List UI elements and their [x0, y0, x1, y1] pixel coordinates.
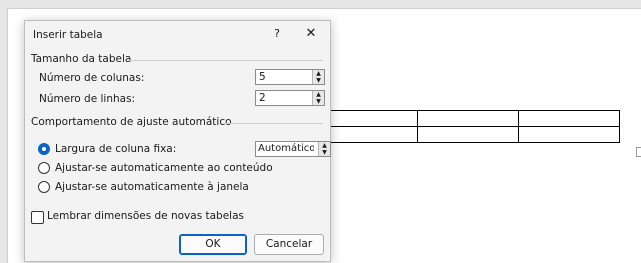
columns-spinner[interactable]: 5 ▲ ▼	[255, 69, 325, 85]
remember-dimensions-checkbox[interactable]	[31, 211, 44, 224]
rows-label: Número de linhas:	[39, 93, 136, 105]
close-icon[interactable]: ✕	[301, 24, 321, 44]
rows-spinner[interactable]: 2 ▲ ▼	[255, 90, 325, 106]
radio-unchecked-icon[interactable]	[38, 181, 50, 193]
spinner-arrows-icon[interactable]: ▲ ▼	[312, 70, 324, 84]
help-icon[interactable]: ?	[267, 24, 287, 44]
table-cell[interactable]	[316, 126, 418, 143]
autofit-section-label: Comportamento de ajuste automático	[31, 116, 232, 128]
ok-button[interactable]: OK	[179, 234, 247, 255]
rows-value[interactable]: 2	[259, 91, 266, 105]
spinner-arrows-icon[interactable]: ▲ ▼	[318, 142, 330, 156]
radio-checked-icon[interactable]	[38, 143, 50, 155]
table-row	[316, 110, 620, 127]
table-cell[interactable]	[316, 110, 418, 127]
section-divider	[129, 60, 323, 61]
radio-fixed-width-label: Largura de coluna fixa:	[55, 143, 177, 155]
radio-autofit-window-label: Ajustar-se automaticamente à janela	[55, 181, 249, 193]
radio-autofit-content-label: Ajustar-se automaticamente ao conteúdo	[55, 162, 273, 174]
table-cell[interactable]	[518, 110, 620, 127]
table-cell[interactable]	[518, 126, 620, 143]
table-resize-handle[interactable]	[636, 147, 641, 157]
column-width-value[interactable]: Automático	[258, 142, 314, 156]
spinner-arrows-icon[interactable]: ▲ ▼	[312, 91, 324, 105]
radio-unchecked-icon[interactable]	[38, 162, 50, 174]
table-cell[interactable]	[417, 126, 519, 143]
table-size-section-label: Tamanho da tabela	[31, 53, 132, 65]
table-row	[316, 126, 620, 143]
insert-table-dialog: Inserir tabela ? ✕ Tamanho da tabela Núm…	[24, 20, 331, 262]
column-width-spinner[interactable]: Automático ▲ ▼	[255, 141, 331, 157]
remember-dimensions-label[interactable]: Lembrar dimensões de novas tabelas	[47, 210, 244, 222]
section-divider	[223, 123, 323, 124]
cancel-button[interactable]: Cancelar	[254, 234, 324, 255]
table-cell[interactable]	[417, 110, 519, 127]
dialog-title: Inserir tabela	[33, 29, 103, 41]
document-table[interactable]	[316, 110, 620, 143]
columns-label: Número de colunas:	[39, 72, 145, 84]
columns-value[interactable]: 5	[259, 70, 266, 84]
